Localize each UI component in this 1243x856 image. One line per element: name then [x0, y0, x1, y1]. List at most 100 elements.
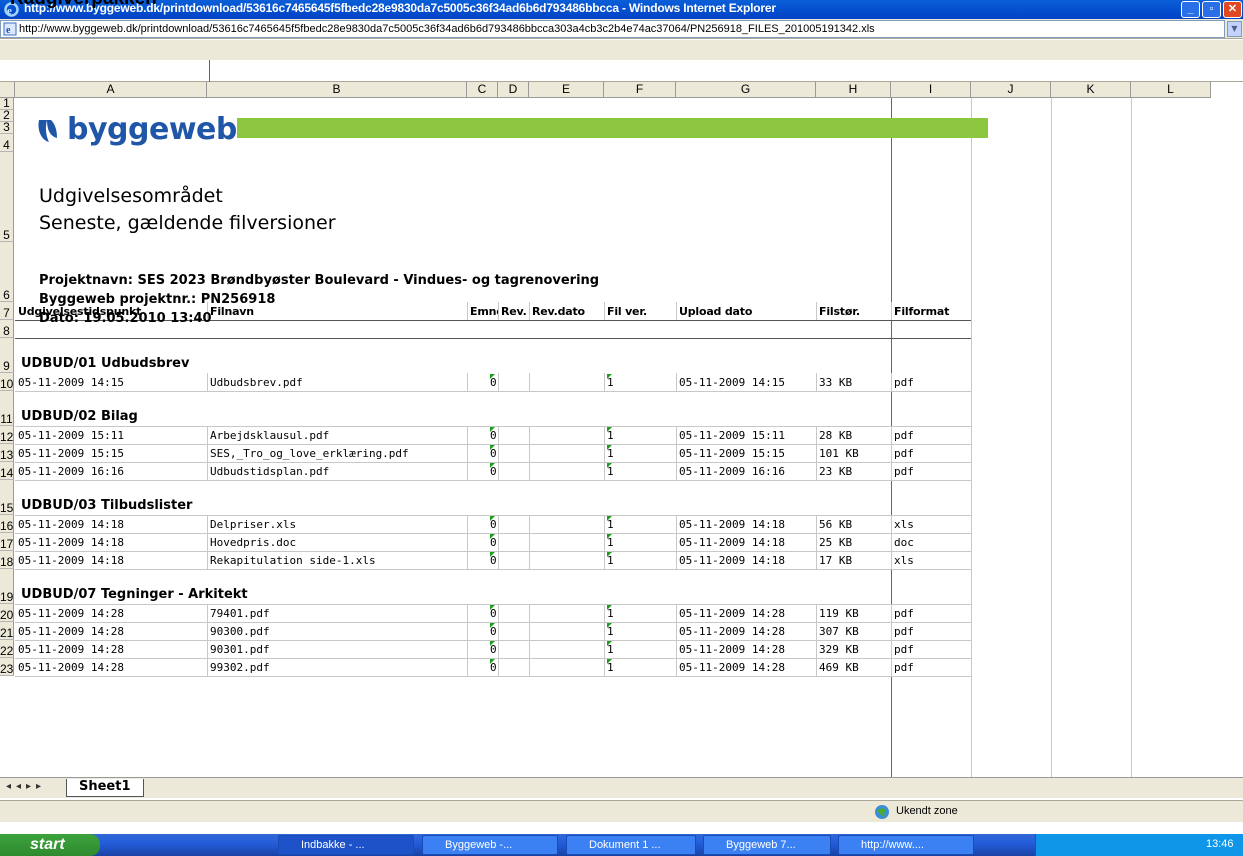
table-cell[interactable]: 33 KB [819, 376, 852, 389]
table-cell[interactable]: 23 KB [819, 465, 852, 478]
row-header[interactable]: 17 [0, 533, 14, 551]
table-cell[interactable]: 05-11-2009 14:18 [679, 536, 785, 549]
table-cell[interactable]: pdf [894, 643, 914, 656]
name-box[interactable] [0, 60, 210, 82]
table-cell[interactable]: 101 KB [819, 447, 859, 460]
table-cell[interactable]: 05-11-2009 14:28 [18, 661, 124, 674]
table-cell[interactable]: 05-11-2009 16:16 [679, 465, 785, 478]
table-cell[interactable]: 05-11-2009 14:28 [679, 607, 785, 620]
table-cell[interactable]: pdf [894, 465, 914, 478]
table-cell[interactable]: 17 KB [819, 554, 852, 567]
row-header[interactable]: 16 [0, 515, 14, 533]
row-header[interactable]: 4 [0, 134, 14, 152]
table-cell[interactable]: pdf [894, 625, 914, 638]
row-header[interactable]: 13 [0, 444, 14, 462]
address-dropdown-button[interactable]: ▼ [1227, 21, 1242, 37]
row-header[interactable]: 6 [0, 242, 14, 302]
column-header[interactable]: F [604, 82, 676, 98]
column-header[interactable]: H [816, 82, 891, 98]
table-cell[interactable]: Delpriser.xls [210, 518, 296, 531]
column-header[interactable]: C [467, 82, 498, 98]
table-cell[interactable]: 05-11-2009 14:18 [679, 554, 785, 567]
table-cell[interactable]: 05-11-2009 14:28 [679, 661, 785, 674]
minimize-button[interactable]: _ [1181, 1, 1200, 18]
close-button[interactable]: ✕ [1223, 1, 1242, 18]
table-cell[interactable]: 05-11-2009 15:11 [679, 429, 785, 442]
table-cell[interactable]: 05-11-2009 14:28 [679, 625, 785, 638]
taskbar-button[interactable]: Byggeweb -... [422, 835, 558, 855]
table-cell[interactable]: 05-11-2009 15:15 [18, 447, 124, 460]
table-cell[interactable]: 05-11-2009 14:28 [18, 625, 124, 638]
table-cell[interactable]: 05-11-2009 14:28 [18, 643, 124, 656]
table-cell[interactable]: Udbudsbrev.pdf [210, 376, 303, 389]
row-header[interactable]: 23 [0, 658, 14, 676]
row-header[interactable]: 7 [0, 302, 14, 320]
table-cell[interactable]: xls [894, 518, 914, 531]
table-cell[interactable]: pdf [894, 661, 914, 674]
table-cell[interactable]: 05-11-2009 14:18 [18, 536, 124, 549]
table-cell[interactable]: 90301.pdf [210, 643, 270, 656]
row-header[interactable]: 20 [0, 604, 14, 622]
row-header[interactable]: 19 [0, 569, 14, 604]
row-header[interactable]: 11 [0, 391, 14, 426]
column-header[interactable]: I [891, 82, 971, 98]
row-header[interactable]: 22 [0, 640, 14, 658]
column-header[interactable]: G [676, 82, 816, 98]
maximize-button[interactable]: ▫ [1202, 1, 1221, 18]
table-cell[interactable]: 79401.pdf [210, 607, 270, 620]
row-header[interactable]: 10 [0, 373, 14, 391]
table-cell[interactable]: 05-11-2009 14:18 [679, 518, 785, 531]
table-cell[interactable]: pdf [894, 607, 914, 620]
table-cell[interactable]: 05-11-2009 14:28 [679, 643, 785, 656]
table-cell[interactable]: 05-11-2009 15:15 [679, 447, 785, 460]
taskbar-button[interactable]: Indbakke - ... [278, 835, 414, 855]
row-header[interactable]: 5 [0, 152, 14, 242]
table-cell[interactable]: 329 KB [819, 643, 859, 656]
table-cell[interactable]: 05-11-2009 14:15 [679, 376, 785, 389]
column-header[interactable]: A [15, 82, 207, 98]
column-header[interactable]: K [1051, 82, 1131, 98]
table-cell[interactable]: Udbudstidsplan.pdf [210, 465, 329, 478]
table-cell[interactable]: 56 KB [819, 518, 852, 531]
row-header[interactable]: 18 [0, 551, 14, 569]
taskbar-button[interactable]: Byggeweb 7... [703, 835, 831, 855]
table-cell[interactable]: 469 KB [819, 661, 859, 674]
column-header[interactable]: B [207, 82, 467, 98]
row-header[interactable]: 14 [0, 462, 14, 480]
table-cell[interactable]: xls [894, 554, 914, 567]
table-cell[interactable]: pdf [894, 376, 914, 389]
table-cell[interactable]: 05-11-2009 14:18 [18, 518, 124, 531]
table-cell[interactable]: 307 KB [819, 625, 859, 638]
sheet-tab[interactable]: Sheet1 [66, 779, 144, 797]
table-cell[interactable]: 05-11-2009 14:15 [18, 376, 124, 389]
table-cell[interactable]: 05-11-2009 14:28 [18, 607, 124, 620]
column-header[interactable]: L [1131, 82, 1211, 98]
address-input[interactable]: e http://www.byggeweb.dk/printdownload/5… [0, 20, 1225, 38]
column-header[interactable]: E [529, 82, 604, 98]
table-cell[interactable]: Rekapitulation side-1.xls [210, 554, 376, 567]
taskbar-button[interactable]: Dokument 1 ... [566, 835, 696, 855]
table-cell[interactable]: Hovedpris.doc [210, 536, 296, 549]
table-cell[interactable]: pdf [894, 429, 914, 442]
table-cell[interactable]: 05-11-2009 15:11 [18, 429, 124, 442]
start-button[interactable]: start [0, 834, 100, 856]
table-cell[interactable]: 99302.pdf [210, 661, 270, 674]
row-header[interactable]: 9 [0, 338, 14, 373]
table-cell[interactable]: 25 KB [819, 536, 852, 549]
table-cell[interactable]: doc [894, 536, 914, 549]
row-header[interactable]: 8 [0, 320, 14, 338]
table-cell[interactable]: 05-11-2009 16:16 [18, 465, 124, 478]
row-header[interactable]: 3 [0, 121, 14, 134]
table-cell[interactable]: 28 KB [819, 429, 852, 442]
table-cell[interactable]: 90300.pdf [210, 625, 270, 638]
column-header[interactable]: J [971, 82, 1051, 98]
row-header[interactable]: 21 [0, 622, 14, 640]
table-cell[interactable]: 119 KB [819, 607, 859, 620]
table-cell[interactable]: SES,_Tro_og_love_erklæring.pdf [210, 447, 409, 460]
table-cell[interactable]: 05-11-2009 14:18 [18, 554, 124, 567]
sheet-nav-buttons[interactable]: ◂◂▸▸ [6, 781, 46, 792]
table-cell[interactable]: Arbejdsklausul.pdf [210, 429, 329, 442]
column-header[interactable]: D [498, 82, 529, 98]
row-header[interactable]: 15 [0, 480, 14, 515]
row-header[interactable]: 12 [0, 426, 14, 444]
